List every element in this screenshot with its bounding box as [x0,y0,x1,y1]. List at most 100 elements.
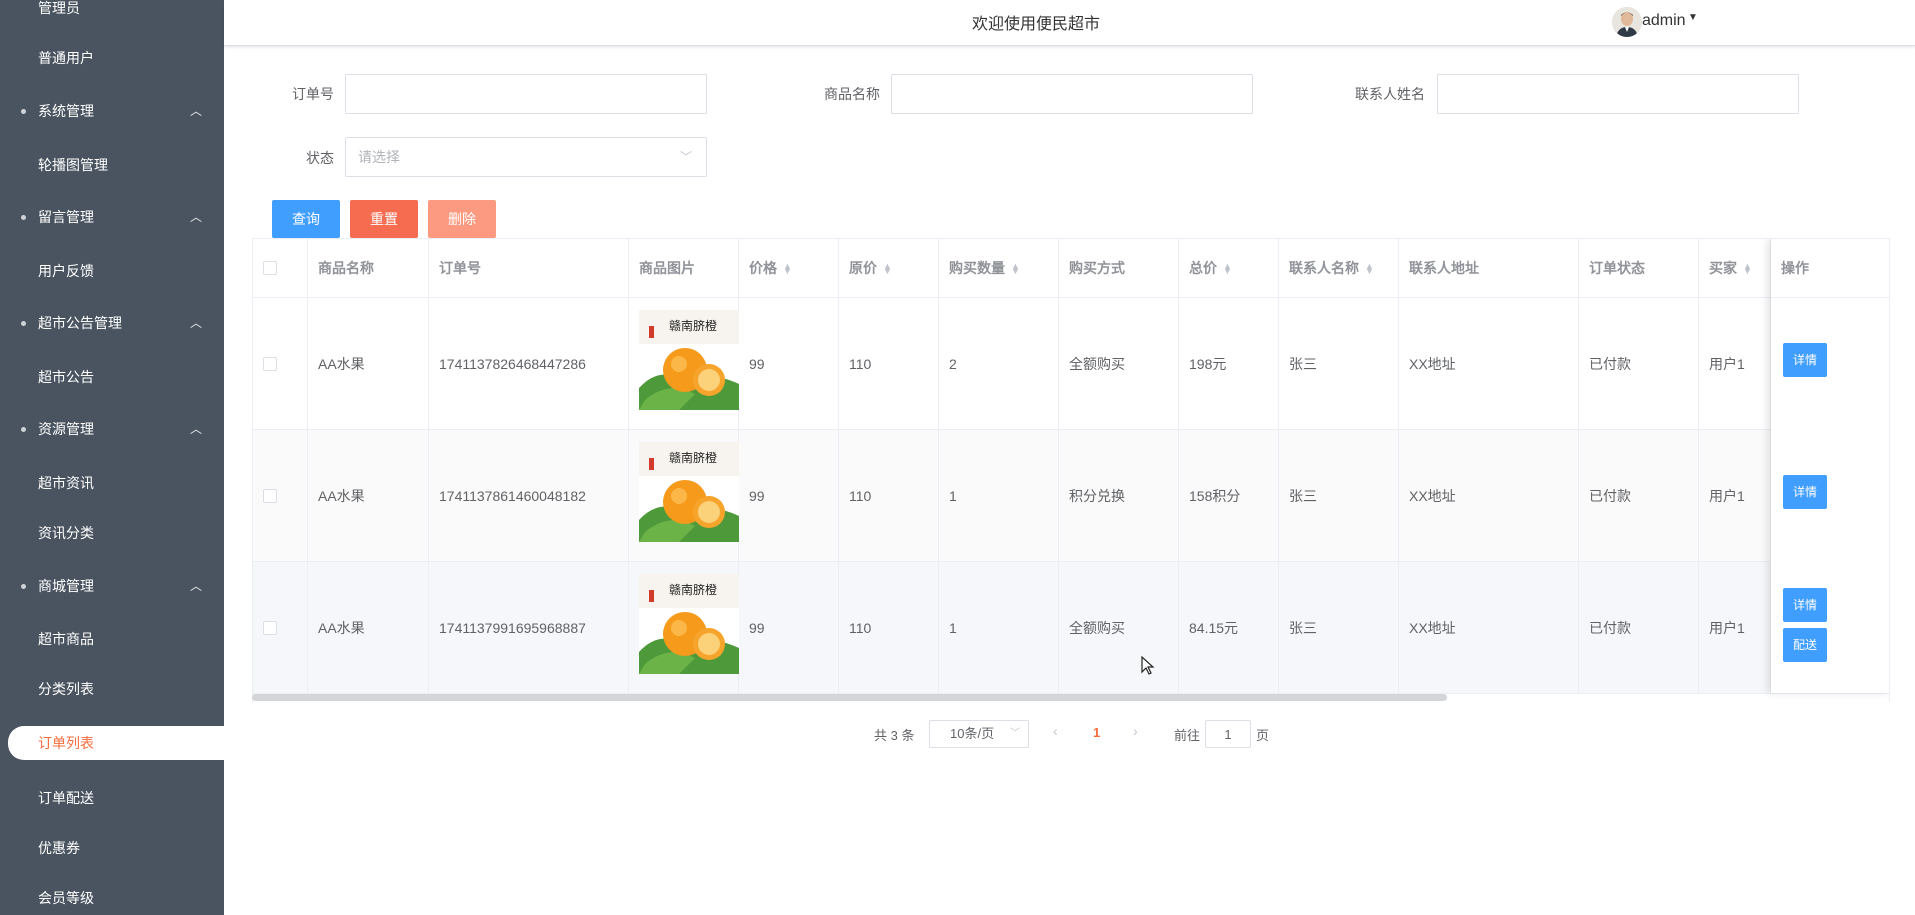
cell-purchase-method: 全额购买 [1059,298,1179,430]
sidebar-item-coupons[interactable]: 优惠券 [0,831,224,865]
chevron-down-icon: ﹀ [680,150,693,164]
query-button[interactable]: 查询 [272,200,340,238]
chevron-up-icon: ︿ [190,104,203,118]
column-header-purchase-method: 购买方式 [1059,239,1179,298]
column-header-operations: 操作 [1771,239,1889,298]
column-header-image: 商品图片 [629,239,739,298]
sidebar-item-member-level[interactable]: 会员等级 [0,881,224,915]
sidebar-item-message-management[interactable]: 留言管理 ︿ [0,200,224,234]
contact-name-input[interactable] [1437,74,1799,114]
order-no-input[interactable] [345,74,707,114]
bullet-icon [21,427,26,432]
sidebar-item-mall-management[interactable]: 商城管理 ︿ [0,569,224,603]
goto-page-input[interactable] [1205,720,1251,748]
next-page-icon[interactable]: › [1133,723,1138,739]
mouse-cursor-icon [1141,656,1155,675]
detail-button[interactable]: 详情 [1783,343,1827,377]
sidebar-item-category-list[interactable]: 分类列表 [0,672,224,706]
cell-order-no: 1741137991695968887 [429,562,629,694]
goto-label: 前往 [1174,728,1201,743]
column-header-order-status: 订单状态 [1579,239,1699,298]
column-header-price[interactable]: 价格 ▲ ▼ [739,239,839,298]
sort-icon[interactable]: ▲ ▼ [1743,262,1752,276]
cell-total: 158积分 [1179,430,1279,562]
product-name-input[interactable] [891,74,1253,114]
cell-contact-address: XX地址 [1399,430,1579,562]
bullet-icon [21,109,26,114]
column-header-buyer[interactable]: 买家 ▲ ▼ [1699,239,1771,298]
sidebar-item-order-delivery[interactable]: 订单配送 [0,781,224,815]
cell-contact-address: XX地址 [1399,562,1579,694]
sidebar-item-user-feedback[interactable]: 用户反馈 [0,254,224,288]
page-number-current[interactable]: 1 [1093,725,1100,740]
sidebar: 管理员 普通用户 系统管理 ︿ 轮播图管理 留言管理 ︿ 用户反馈 超市公告管理 ︿ … [0,0,224,915]
column-header-total[interactable]: 总价 ▲ ▼ [1179,239,1279,298]
sort-icon[interactable]: ▲ ▼ [1365,262,1374,276]
bullet-icon [21,321,26,326]
delete-button[interactable]: 删除 [428,200,496,238]
column-header-contact-address: 联系人地址 [1399,239,1579,298]
deliver-button[interactable]: 配送 [1783,628,1827,662]
sidebar-item-products[interactable]: 超市商品 [0,622,224,656]
sort-icon[interactable]: ▲ ▼ [1011,262,1020,276]
product-image: 赣南脐橙 [639,574,739,674]
sidebar-item-admin[interactable]: 管理员 [0,0,224,25]
sidebar-item-system-management[interactable]: 系统管理 ︿ [0,94,224,128]
status-select[interactable] [345,137,707,177]
cell-contact-name: 张三 [1279,430,1399,562]
user-avatar-icon [1612,7,1642,37]
sidebar-item-resource-management[interactable]: 资源管理 ︿ [0,412,224,446]
cell-original-price: 110 [839,562,939,694]
page-suffix: 页 [1256,728,1270,743]
contact-name-label: 联系人姓名 [1355,86,1425,102]
cell-contact-name: 张三 [1279,298,1399,430]
chevron-down-icon: ﹀ [1010,728,1020,739]
cell-purchase-method: 全额购买 [1059,562,1179,694]
product-name-label: 商品名称 [824,86,880,102]
chevron-up-icon: ︿ [190,210,203,224]
page-size-select[interactable]: 10条/页 ﹀ [929,720,1029,748]
bullet-icon [21,584,26,589]
row-checkbox[interactable] [263,357,277,371]
detail-button[interactable]: 详情 [1783,588,1827,622]
cell-buyer: 用户1 [1699,430,1771,562]
reset-button[interactable]: 重置 [350,200,418,238]
chevron-up-icon: ︿ [190,316,203,330]
column-header-contact-name[interactable]: 联系人名称 ▲ ▼ [1279,239,1399,298]
sidebar-item-carousel[interactable]: 轮播图管理 [0,148,224,182]
cell-total: 84.15元 [1179,562,1279,694]
row-checkbox[interactable] [263,621,277,635]
sidebar-item-order-list[interactable]: 订单列表 [8,726,224,760]
caret-down-icon[interactable]: ▼ [1688,12,1698,23]
chevron-up-icon: ︿ [190,422,203,436]
page-title: 欢迎使用便民超市 [971,16,1100,33]
sort-icon[interactable]: ▲ ▼ [1223,262,1232,276]
image-caption: 赣南脐橙 [669,582,717,597]
sidebar-item-news[interactable]: 超市资讯 [0,466,224,500]
avatar[interactable] [1612,7,1642,37]
product-image: 赣南脐橙 [639,310,739,410]
detail-button[interactable]: 详情 [1783,475,1827,509]
sidebar-item-notice-management[interactable]: 超市公告管理 ︿ [0,306,224,340]
cell-product: AA水果 [308,298,429,430]
prev-page-icon[interactable]: ‹ [1053,723,1058,739]
select-all-checkbox[interactable] [263,261,277,275]
image-caption: 赣南脐橙 [669,318,717,333]
column-header-original-price[interactable]: 原价 ▲ ▼ [839,239,939,298]
sidebar-item-normal-users[interactable]: 普通用户 [0,41,224,75]
cell-quantity: 2 [939,298,1059,430]
column-header-quantity[interactable]: 购买数量 ▲ ▼ [939,239,1059,298]
user-name[interactable]: admin [1642,12,1686,30]
sort-icon[interactable]: ▲ ▼ [883,262,892,276]
sidebar-item-notice[interactable]: 超市公告 [0,360,224,394]
sidebar-item-news-category[interactable]: 资讯分类 [0,516,224,550]
product-image: 赣南脐橙 [639,442,739,542]
sort-icon[interactable]: ▲ ▼ [783,262,792,276]
cell-total: 198元 [1179,298,1279,430]
top-header: 欢迎使用便民超市 admin ▼ [224,0,1915,46]
cell-quantity: 1 [939,562,1059,694]
cell-buyer: 用户1 [1699,298,1771,430]
horizontal-scrollbar[interactable] [252,694,1447,701]
row-checkbox[interactable] [263,489,277,503]
bullet-icon [21,215,26,220]
